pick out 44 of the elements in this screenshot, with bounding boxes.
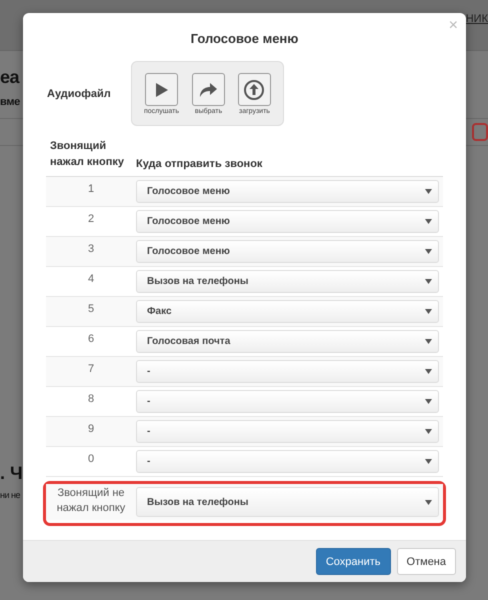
page-heading: еа (0, 67, 20, 88)
destination-select[interactable]: - (136, 360, 439, 383)
destination-select[interactable]: - (136, 390, 439, 413)
key-cell-text: 0 (86, 452, 96, 467)
key-cell-text: 6 (86, 332, 96, 347)
save-button[interactable]: Сохранить (316, 548, 391, 575)
destination-select[interactable]: - (136, 450, 439, 473)
destination-select[interactable]: Голосовая почта (136, 330, 439, 353)
destination-select[interactable]: Вызов на телефоны (136, 487, 439, 517)
caret-icon (425, 309, 432, 314)
key-cell-text: 3 (86, 242, 96, 257)
caret-icon (425, 279, 432, 284)
destination-select[interactable]: Голосовое меню (136, 240, 439, 263)
destination-select[interactable]: Голосовое меню (136, 210, 439, 233)
key-cell-text: 7 (86, 362, 96, 377)
destination-select[interactable]: - (136, 420, 439, 443)
key-cell-text: 4 (86, 272, 96, 287)
column-header: Куда отправить звонок (136, 158, 264, 170)
page-subheading: вме (0, 96, 20, 108)
key-cell-text: 2 (86, 212, 96, 227)
cancel-button[interactable]: Отмена (396, 548, 456, 575)
section-heading: . Ч (0, 463, 23, 484)
audio-label: Аудиофайл (46, 88, 112, 100)
caret-icon (425, 189, 432, 194)
destination-select[interactable]: Голосовое меню (136, 180, 439, 203)
upload-icon (242, 78, 266, 102)
column-header: Звонящий нажал кнопку (49, 139, 125, 170)
dialog-title: Голосовое меню (190, 31, 300, 46)
caret-icon (425, 459, 432, 464)
caret-icon (425, 369, 432, 374)
caret-icon (425, 399, 432, 404)
caret-icon (425, 219, 432, 224)
section-text: ни не (0, 490, 20, 500)
key-cell-text: 1 (86, 182, 96, 197)
key-cell-text: Звонящий не нажал кнопку (56, 486, 126, 516)
destination-select[interactable]: Факс (136, 300, 439, 323)
caret-icon (425, 339, 432, 344)
key-cell-text: 9 (86, 422, 96, 437)
key-cell-text: 5 (86, 302, 96, 317)
key-cell-text: 8 (86, 392, 96, 407)
destination-select[interactable]: Вызов на телефоны (136, 270, 439, 293)
caret-icon (425, 249, 432, 254)
caret-icon (425, 429, 432, 434)
caret-icon (425, 500, 432, 504)
